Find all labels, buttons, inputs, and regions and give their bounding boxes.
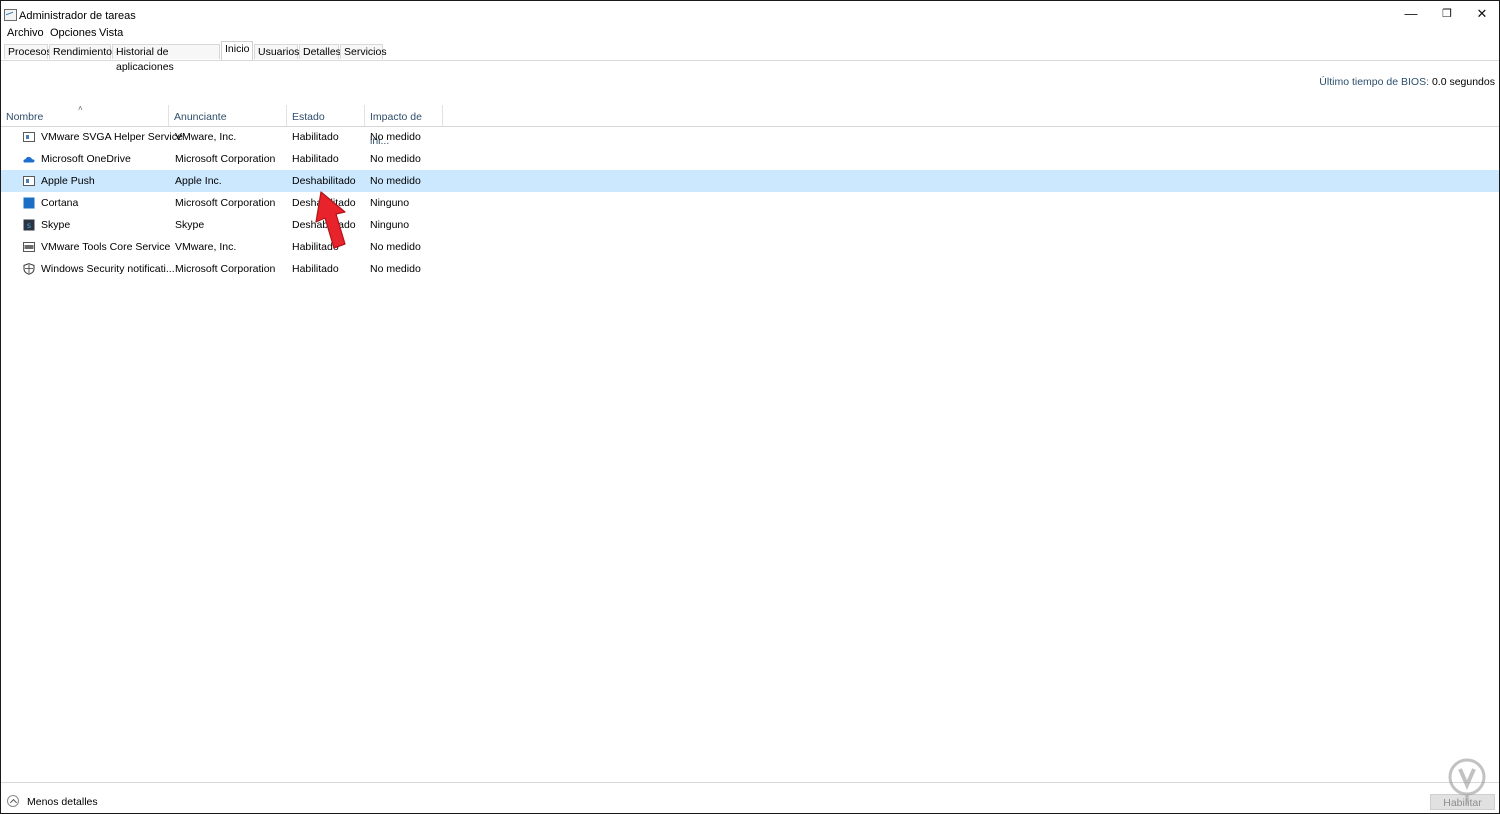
row-name: VMware SVGA Helper Service	[41, 131, 183, 143]
watermark-logo-icon	[1448, 758, 1486, 805]
task-manager-icon	[4, 9, 17, 21]
row-publisher: Apple Inc.	[175, 175, 222, 187]
app-window-icon	[23, 176, 35, 186]
tab-historial[interactable]: Historial de aplicaciones	[112, 44, 220, 73]
less-details-link[interactable]: Menos detalles	[27, 796, 98, 808]
row-publisher: VMware, Inc.	[175, 241, 237, 253]
row-name: Cortana	[41, 197, 79, 209]
row-publisher: VMware, Inc.	[175, 131, 237, 143]
bios-label: Último tiempo de BIOS:	[1319, 76, 1430, 88]
row-impact: No medido	[370, 241, 421, 253]
row-impact: Ninguno	[370, 197, 410, 209]
vmware-tools-icon	[23, 242, 35, 252]
column-header-estado[interactable]: Estado	[287, 105, 365, 126]
row-name: VMware Tools Core Service	[41, 241, 171, 253]
tab-detalles[interactable]: Detalles	[299, 44, 341, 59]
row-name: Apple Push	[41, 175, 95, 187]
row-status: Habilitado	[292, 263, 339, 275]
onedrive-cloud-icon	[23, 156, 35, 163]
column-header-nombre[interactable]: Nombre	[1, 105, 169, 126]
row-name: Skype	[41, 219, 71, 231]
tab-usuarios[interactable]: Usuarios	[254, 44, 299, 59]
row-publisher: Microsoft Corporation	[175, 197, 276, 209]
row-name: Windows Security notificati...	[41, 263, 175, 275]
menu-archivo[interactable]: Archivo	[7, 27, 44, 39]
skype-icon: s	[23, 219, 35, 231]
annotation-arrow-icon	[315, 191, 346, 249]
table-row-selected[interactable]: Apple Push Apple Inc. Deshabilitado No m…	[1, 170, 1499, 192]
row-status: Habilitado	[292, 131, 339, 143]
bios-time: Último tiempo de BIOS: 0.0 segundos	[1319, 76, 1495, 88]
tab-servicios[interactable]: Servicios	[340, 44, 387, 59]
table-header: ˄ Nombre Anunciante Estado Impacto de in…	[1, 104, 1499, 147]
row-impact: No medido	[370, 175, 421, 187]
title-bar: Administrador de tareas — ❐ ✕	[1, 1, 1499, 23]
bios-value: 0.0 segundos	[1431, 76, 1495, 88]
row-impact: Ninguno	[370, 219, 410, 231]
menu-opciones[interactable]: Opciones	[50, 27, 96, 39]
row-publisher: Skype	[175, 219, 205, 231]
table-row[interactable]: VMware Tools Core Service VMware, Inc. H…	[1, 236, 1499, 258]
row-publisher: Microsoft Corporation	[175, 153, 276, 165]
tab-rendimiento[interactable]: Rendimiento	[49, 44, 112, 59]
row-status: Habilitado	[292, 153, 339, 165]
table-row[interactable]: VMware SVGA Helper Service VMware, Inc. …	[1, 126, 1499, 148]
cortana-square-icon	[23, 197, 35, 209]
row-name: Microsoft OneDrive	[41, 153, 131, 165]
table-row[interactable]: Microsoft OneDrive Microsoft Corporation…	[1, 148, 1499, 170]
footer-bar: Menos detalles Habilitar	[1, 782, 1499, 810]
window-title: Administrador de tareas	[19, 10, 136, 22]
table-row[interactable]: s Skype Skype Deshabilitado Ninguno	[1, 214, 1499, 236]
chevron-up-icon[interactable]	[7, 795, 19, 807]
row-publisher: Microsoft Corporation	[175, 263, 276, 275]
row-impact: No medido	[370, 153, 421, 165]
table-row[interactable]: Windows Security notificati... Microsoft…	[1, 258, 1499, 280]
svg-text:s: s	[27, 221, 31, 230]
restore-button[interactable]: ❐	[1431, 5, 1463, 23]
task-manager-window: Administrador de tareas — ❐ ✕ Archivo Op…	[0, 0, 1500, 814]
menu-vista[interactable]: Vista	[99, 27, 123, 39]
shield-icon	[23, 263, 35, 275]
close-button[interactable]: ✕	[1466, 5, 1498, 23]
column-header-impacto[interactable]: Impacto de ini...	[365, 105, 443, 147]
table-row[interactable]: Cortana Microsoft Corporation Deshabilit…	[1, 192, 1499, 214]
row-impact: No medido	[370, 263, 421, 275]
column-header-anunciante[interactable]: Anunciante	[169, 105, 287, 126]
app-window-icon	[23, 132, 35, 142]
tab-procesos[interactable]: Procesos	[4, 44, 52, 59]
tab-strip: Procesos Rendimiento Historial de aplica…	[1, 41, 1499, 73]
row-impact: No medido	[370, 131, 421, 143]
tab-inicio[interactable]: Inicio	[221, 41, 253, 60]
minimize-button[interactable]: —	[1395, 5, 1427, 23]
